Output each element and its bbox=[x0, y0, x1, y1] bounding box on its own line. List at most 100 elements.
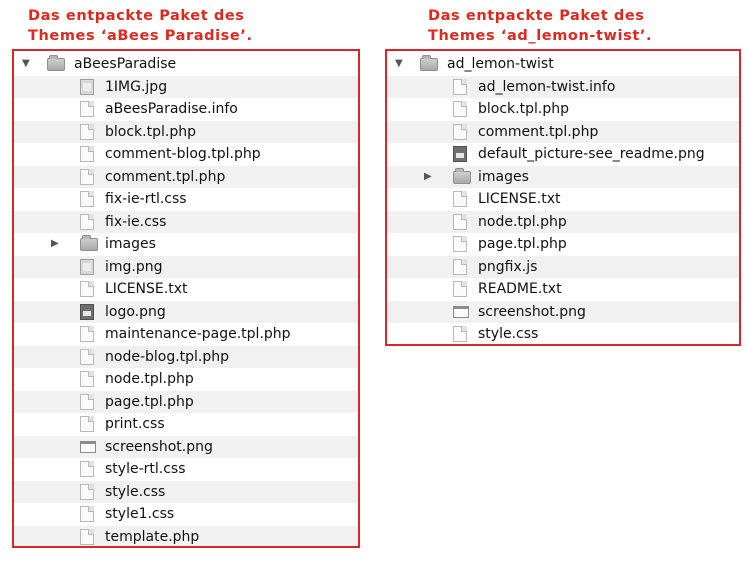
file-label: default_picture-see_readme.png bbox=[478, 146, 705, 162]
file-label: style-rtl.css bbox=[105, 461, 186, 477]
file-row[interactable]: comment.tpl.php bbox=[14, 165, 358, 188]
file-label: images bbox=[478, 168, 529, 185]
document-icon bbox=[80, 348, 94, 365]
file-row[interactable]: fix-ie.css bbox=[14, 210, 358, 233]
screenshot-file-icon bbox=[453, 305, 469, 318]
document-icon bbox=[453, 281, 467, 297]
disclosure-triangle-collapsed-icon[interactable]: ▶ bbox=[51, 238, 59, 249]
file-row[interactable]: README.txt bbox=[387, 278, 739, 301]
disclosure-triangle-expanded-icon[interactable]: ▼ bbox=[395, 58, 403, 69]
file-row[interactable]: node-blog.tpl.php bbox=[14, 345, 358, 368]
document-icon bbox=[80, 371, 94, 387]
file-row[interactable]: aBeesParadise.info bbox=[14, 98, 358, 121]
file-label: pngfix.js bbox=[478, 258, 538, 275]
document-icon bbox=[453, 101, 467, 117]
file-label: comment.tpl.php bbox=[478, 123, 599, 140]
file-row[interactable]: fix-ie-rtl.css bbox=[14, 188, 358, 211]
file-label: fix-ie-rtl.css bbox=[105, 191, 187, 207]
folder-icon bbox=[80, 235, 98, 251]
file-label: print.css bbox=[105, 416, 165, 432]
left-caption: Das entpackte Paket des Themes ‘aBees Pa… bbox=[28, 6, 253, 46]
file-row[interactable]: style.css bbox=[387, 323, 739, 344]
right-caption-line1: Das entpackte Paket des bbox=[428, 8, 645, 24]
file-row[interactable]: pngfix.js bbox=[387, 255, 739, 278]
document-icon bbox=[453, 258, 467, 275]
file-row[interactable]: screenshot.png bbox=[14, 435, 358, 458]
left-caption-line1: Das entpackte Paket des bbox=[28, 8, 245, 24]
right-caption-line2: Themes ‘ad_lemon-twist’. bbox=[428, 28, 653, 44]
document-icon bbox=[80, 461, 94, 477]
document-icon bbox=[80, 506, 94, 522]
file-row[interactable]: print.css bbox=[14, 413, 358, 436]
file-label: LICENSE.txt bbox=[478, 191, 561, 207]
tree-root-row[interactable]: ▼ aBeesParadise bbox=[14, 53, 358, 76]
file-row[interactable]: page.tpl.php bbox=[387, 233, 739, 256]
file-label: node-blog.tpl.php bbox=[105, 348, 230, 365]
file-row[interactable]: ad_lemon-twist.info bbox=[387, 75, 739, 98]
disclosure-triangle-collapsed-icon[interactable]: ▶ bbox=[424, 171, 432, 182]
folder-icon bbox=[47, 55, 65, 71]
file-row[interactable]: page.tpl.php bbox=[14, 390, 358, 413]
tree-root-label: ad_lemon-twist bbox=[447, 56, 554, 72]
screenshot-file-icon bbox=[80, 440, 96, 453]
file-row[interactable]: comment-blog.tpl.php bbox=[14, 143, 358, 166]
file-label: style.css bbox=[105, 483, 166, 500]
file-row[interactable]: comment.tpl.php bbox=[387, 120, 739, 143]
file-label: LICENSE.txt bbox=[105, 281, 188, 297]
file-row[interactable]: maintenance-page.tpl.php bbox=[14, 323, 358, 346]
document-icon bbox=[80, 281, 94, 297]
document-icon bbox=[80, 146, 94, 162]
file-label: img.png bbox=[105, 258, 163, 275]
file-row[interactable]: block.tpl.php bbox=[14, 120, 358, 143]
right-caption: Das entpackte Paket des Themes ‘ad_lemon… bbox=[428, 6, 652, 46]
file-row[interactable]: img.png bbox=[14, 255, 358, 278]
disclosure-triangle-expanded-icon[interactable]: ▼ bbox=[22, 58, 30, 69]
file-label: logo.png bbox=[105, 303, 166, 320]
right-file-tree: ▼ ad_lemon-twist ad_lemon-twist.info block.… bbox=[385, 49, 741, 346]
file-row[interactable]: ▶ images bbox=[387, 165, 739, 188]
file-row[interactable]: ▶ images bbox=[14, 233, 358, 256]
dark-image-file-icon bbox=[80, 303, 94, 320]
document-icon bbox=[80, 123, 94, 140]
folder-icon bbox=[420, 55, 438, 71]
file-label: images bbox=[105, 236, 156, 252]
document-icon bbox=[453, 191, 467, 207]
file-label: page.tpl.php bbox=[478, 236, 567, 252]
tree-root-label: aBeesParadise bbox=[74, 56, 177, 72]
document-icon bbox=[80, 483, 94, 500]
file-row[interactable]: logo.png bbox=[14, 300, 358, 323]
file-row[interactable]: LICENSE.txt bbox=[14, 278, 358, 301]
tree-root-row[interactable]: ▼ ad_lemon-twist bbox=[387, 53, 739, 76]
file-row[interactable]: node.tpl.php bbox=[14, 368, 358, 391]
document-icon bbox=[80, 191, 94, 207]
file-label: screenshot.png bbox=[478, 303, 586, 320]
file-row[interactable]: block.tpl.php bbox=[387, 98, 739, 121]
image-file-icon bbox=[80, 258, 94, 275]
file-row[interactable]: style1.css bbox=[14, 503, 358, 526]
image-file-icon bbox=[80, 78, 94, 95]
document-icon bbox=[80, 213, 94, 230]
file-label: README.txt bbox=[478, 281, 562, 297]
file-row[interactable]: style-rtl.css bbox=[14, 458, 358, 481]
file-label: aBeesParadise.info bbox=[105, 101, 238, 117]
folder-icon bbox=[453, 167, 471, 184]
file-row[interactable]: 1IMG.jpg bbox=[14, 75, 358, 98]
file-label: fix-ie.css bbox=[105, 213, 167, 230]
file-label: 1IMG.jpg bbox=[105, 78, 168, 95]
file-label: screenshot.png bbox=[105, 438, 213, 455]
file-label: node.tpl.php bbox=[105, 371, 194, 387]
file-label: template.php bbox=[105, 528, 200, 545]
file-label: style.css bbox=[478, 326, 539, 342]
file-row[interactable]: screenshot.png bbox=[387, 300, 739, 323]
document-icon bbox=[80, 326, 94, 342]
file-label: ad_lemon-twist.info bbox=[478, 78, 616, 95]
document-icon bbox=[80, 416, 94, 432]
file-row[interactable]: style.css bbox=[14, 480, 358, 503]
file-label: page.tpl.php bbox=[105, 393, 194, 410]
dark-image-file-icon bbox=[453, 146, 467, 162]
file-row[interactable]: template.php bbox=[14, 525, 358, 546]
document-icon bbox=[80, 101, 94, 117]
file-row[interactable]: node.tpl.php bbox=[387, 210, 739, 233]
file-row[interactable]: default_picture-see_readme.png bbox=[387, 143, 739, 166]
file-row[interactable]: LICENSE.txt bbox=[387, 188, 739, 211]
